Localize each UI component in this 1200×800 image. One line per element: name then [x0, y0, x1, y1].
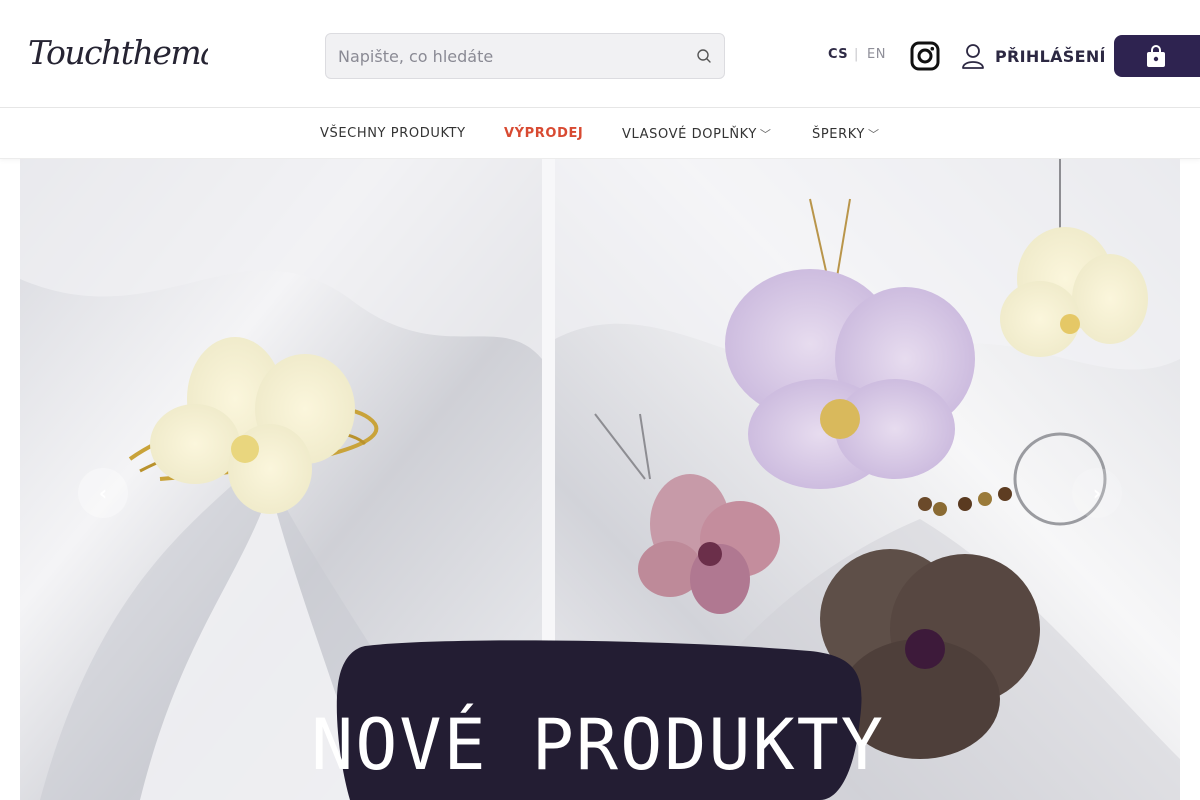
- slider-next-button[interactable]: ›: [1072, 468, 1122, 518]
- user-icon: [962, 44, 984, 69]
- site-header: Touchthemagic CS | EN PŘIHLÁŠENÍ: [0, 0, 1200, 108]
- search-input[interactable]: [338, 34, 688, 78]
- search-box: [325, 33, 725, 79]
- banner-text: NOVÉ PRODUKTY: [311, 704, 885, 786]
- logo-text: Touchthemagic: [28, 33, 208, 72]
- nav-item-all-products[interactable]: VŠECHNY PRODUKTY: [320, 126, 466, 141]
- chevron-down-icon: ﹀: [759, 128, 772, 141]
- login-link[interactable]: PŘIHLÁŠENÍ: [961, 42, 1106, 70]
- login-label: PŘIHLÁŠENÍ: [995, 46, 1106, 66]
- nav-item-hair-accessories[interactable]: VLASOVÉ DOPLŇKY ﹀: [622, 126, 771, 142]
- instagram-icon[interactable]: [910, 41, 940, 71]
- language-cs[interactable]: CS: [828, 47, 848, 62]
- main-navigation: VŠECHNY PRODUKTY VÝPRODEJ VLASOVÉ DOPLŇK…: [0, 108, 1200, 159]
- search-icon[interactable]: [696, 48, 712, 64]
- nav-item-sale[interactable]: VÝPRODEJ: [504, 126, 583, 141]
- cart-button[interactable]: [1114, 35, 1200, 77]
- chevron-left-icon: ‹: [98, 481, 108, 505]
- hero-slider[interactable]: NOVÉ PRODUKTY ‹ ›: [20, 159, 1180, 800]
- language-en[interactable]: EN: [867, 47, 886, 62]
- slider-prev-button[interactable]: ‹: [78, 468, 128, 518]
- chevron-right-icon: ›: [1092, 481, 1102, 505]
- chevron-down-icon: ﹀: [867, 128, 880, 141]
- language-separator: |: [854, 47, 859, 62]
- site-logo[interactable]: Touchthemagic: [28, 28, 266, 86]
- hero-image: NOVÉ PRODUKTY: [20, 159, 1180, 800]
- nav-item-jewelry[interactable]: ŠPERKY ﹀: [812, 126, 880, 142]
- shopping-bag-icon: [1147, 45, 1165, 67]
